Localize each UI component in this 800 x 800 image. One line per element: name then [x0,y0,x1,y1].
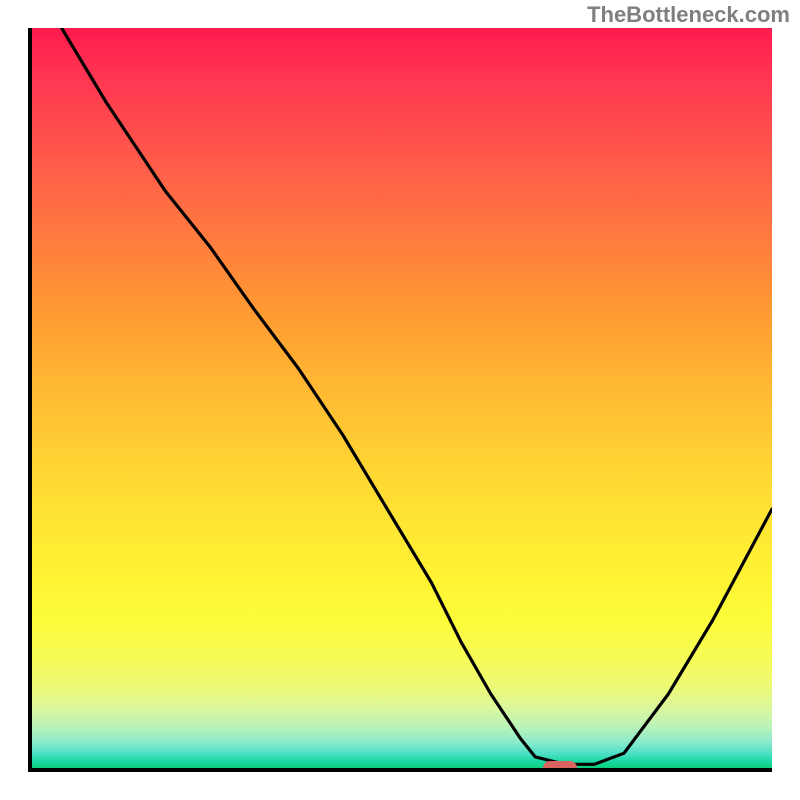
curve-path [62,28,772,764]
watermark-text: TheBottleneck.com [587,2,790,28]
curve-svg [32,28,772,768]
chart-container: TheBottleneck.com [0,0,800,800]
minimum-marker [543,761,577,772]
plot-area [28,28,772,772]
